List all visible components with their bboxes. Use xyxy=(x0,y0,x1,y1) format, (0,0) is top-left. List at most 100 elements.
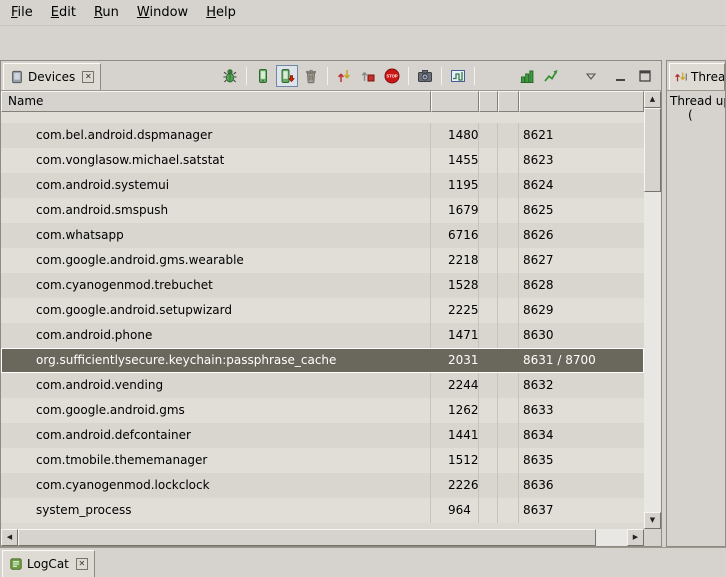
cause-gc-icon[interactable] xyxy=(300,65,322,87)
stop-method-profiling-icon[interactable] xyxy=(357,65,379,87)
table-row[interactable]: com.google.android.setupwizard222508629 xyxy=(1,298,644,323)
scroll-right-button[interactable]: ▶ xyxy=(627,529,644,546)
scroll-up-button[interactable]: ▲ xyxy=(644,91,661,108)
cell-name: com.google.android.gms xyxy=(1,398,431,423)
column-header-blank[interactable] xyxy=(479,91,498,112)
menu-file[interactable]: File xyxy=(2,3,42,22)
cell-pid: 22250 xyxy=(431,298,479,323)
main-toolbar xyxy=(0,26,726,59)
device-table: Name com.bel.android.dspmanager14808621c… xyxy=(1,91,661,546)
cell-name: com.bel.android.dspmanager xyxy=(1,123,431,148)
table-row[interactable]: com.android.defcontainer144118634 xyxy=(1,423,644,448)
cell-blank xyxy=(498,248,519,273)
table-row[interactable]: com.android.phone14718630 xyxy=(1,323,644,348)
update-heap-icon[interactable] xyxy=(252,65,274,87)
table-row[interactable]: org.sufficientlysecure.keychain:passphra… xyxy=(1,348,644,373)
minimize-icon[interactable] xyxy=(610,65,632,87)
table-row[interactable]: system_process9648637 xyxy=(1,498,644,523)
cell-port: 8632 xyxy=(519,373,644,398)
table-row[interactable]: com.bel.android.dspmanager14808621 xyxy=(1,123,644,148)
column-header-port[interactable] xyxy=(519,91,644,112)
cell-name: com.tmobile.thememanager xyxy=(1,448,431,473)
systrace-icon[interactable] xyxy=(447,65,469,87)
menu-help[interactable]: Help xyxy=(197,3,245,22)
dump-hprof-icon[interactable] xyxy=(276,65,298,87)
table-row[interactable]: com.whatsapp67168626 xyxy=(1,223,644,248)
table-row[interactable]: com.cyanogenmod.lockclock22265 8636 xyxy=(1,473,644,498)
horizontal-scrollbar[interactable]: ◀ ▶ xyxy=(1,529,644,546)
table-row[interactable]: com.google.android.gms.wearable221858627 xyxy=(1,248,644,273)
vertical-scroll-thumb[interactable] xyxy=(644,108,661,192)
update-threads-icon[interactable] xyxy=(333,65,355,87)
table-row[interactable]: com.android.vending224408632 xyxy=(1,373,644,398)
debug-process-icon[interactable] xyxy=(219,65,241,87)
column-header-blank[interactable] xyxy=(498,91,519,112)
tab-threads[interactable]: Threads xyxy=(669,63,725,90)
cell-name: com.whatsapp xyxy=(1,223,431,248)
cell-port: 8634 xyxy=(519,423,644,448)
horizontal-scroll-track[interactable] xyxy=(18,529,627,546)
heap-updates-icon[interactable] xyxy=(516,65,538,87)
stop-process-icon[interactable]: STOP xyxy=(381,65,403,87)
maximize-icon[interactable] xyxy=(634,65,656,87)
tab-devices[interactable]: Devices ✕ xyxy=(3,63,101,90)
cell-blank xyxy=(498,448,519,473)
cell-blank xyxy=(498,148,519,173)
menu-edit[interactable]: Edit xyxy=(42,3,85,22)
partial-row xyxy=(1,112,644,123)
cell-port: 8623 xyxy=(519,148,644,173)
table-row[interactable]: com.google.android.gms126238633 xyxy=(1,398,644,423)
cell-blank xyxy=(498,273,519,298)
threads-panel: Threads Thread up ( xyxy=(666,60,726,547)
cell-blank xyxy=(479,373,498,398)
column-header-name[interactable]: Name xyxy=(1,91,431,112)
network-stats-icon[interactable] xyxy=(540,65,562,87)
cell-blank xyxy=(479,248,498,273)
cell-port: 8636 xyxy=(519,473,644,498)
close-icon[interactable]: ✕ xyxy=(82,71,94,83)
scroll-down-button[interactable]: ▼ xyxy=(644,512,661,529)
cell-port: 8626 xyxy=(519,223,644,248)
vertical-scrollbar[interactable]: ▲ ▼ xyxy=(644,91,661,546)
toolbar-separator xyxy=(246,67,247,85)
cell-blank xyxy=(479,398,498,423)
menu-window[interactable]: Window xyxy=(128,3,197,22)
logcat-bar: LogCat ✕ xyxy=(0,547,726,577)
table-row[interactable]: com.tmobile.thememanager15128635 xyxy=(1,448,644,473)
cell-blank xyxy=(479,223,498,248)
toolbar-separator xyxy=(327,67,328,85)
devices-panel: Devices ✕ STOP Name com.bel.a xyxy=(0,60,662,547)
cell-name: com.google.android.gms.wearable xyxy=(1,248,431,273)
ddms-window: FileEditRunWindowHelp Devices ✕ STOP Nam… xyxy=(0,0,726,577)
cell-pid: 22265 xyxy=(431,473,479,498)
vertical-scroll-track[interactable] xyxy=(644,108,661,512)
cell-blank xyxy=(498,498,519,523)
column-header-pid[interactable] xyxy=(431,91,479,112)
horizontal-scroll-thumb[interactable] xyxy=(18,529,596,546)
device-table-columns: Name com.bel.android.dspmanager14808621c… xyxy=(1,91,644,546)
tab-logcat[interactable]: LogCat ✕ xyxy=(2,550,95,577)
toolbar-separator xyxy=(441,67,442,85)
table-row[interactable]: com.vonglasow.michael.satstat145538623 xyxy=(1,148,644,173)
scroll-left-button[interactable]: ◀ xyxy=(1,529,18,546)
cell-blank xyxy=(498,173,519,198)
toolbar-separator xyxy=(408,67,409,85)
cell-blank xyxy=(479,298,498,323)
cell-blank xyxy=(498,348,519,373)
cell-blank xyxy=(479,448,498,473)
table-row[interactable]: com.android.systemui11958624 xyxy=(1,173,644,198)
screen-capture-icon[interactable] xyxy=(414,65,436,87)
cell-port: 8627 xyxy=(519,248,644,273)
up-arrow-icon: ▲ xyxy=(650,96,655,103)
table-row[interactable]: com.cyanogenmod.trebuchet15288628 xyxy=(1,273,644,298)
close-icon[interactable]: ✕ xyxy=(76,558,88,570)
cell-name: com.android.phone xyxy=(1,323,431,348)
table-row[interactable]: com.android.smspush16798625 xyxy=(1,198,644,223)
scrollbar-corner xyxy=(644,529,661,546)
view-menu-icon[interactable] xyxy=(580,65,602,87)
cell-blank xyxy=(479,273,498,298)
devices-tab-label: Devices xyxy=(28,70,75,84)
cell-name: com.cyanogenmod.lockclock xyxy=(1,473,431,498)
cell-port: 8621 xyxy=(519,123,644,148)
menu-run[interactable]: Run xyxy=(85,3,128,22)
